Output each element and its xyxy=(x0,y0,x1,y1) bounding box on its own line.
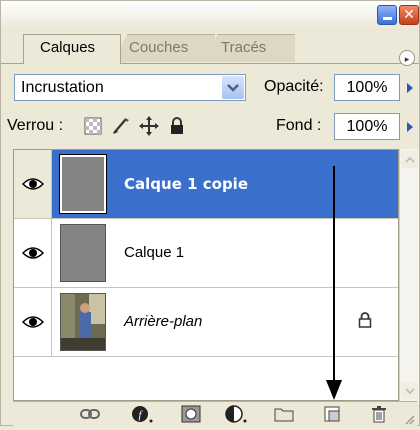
fill-slider-arrow-icon[interactable] xyxy=(403,120,417,134)
lock-all-icon[interactable] xyxy=(167,116,187,136)
eye-icon xyxy=(21,247,44,259)
chevron-down-icon[interactable] xyxy=(222,76,244,99)
new-layer-icon[interactable] xyxy=(321,405,343,423)
layer-thumbnail xyxy=(60,155,106,213)
lock-move-icon[interactable] xyxy=(139,116,159,136)
panel-menu-icon[interactable]: ▸ xyxy=(399,50,415,66)
visibility-toggle[interactable] xyxy=(14,288,52,356)
tab-traces[interactable]: Tracés xyxy=(205,34,295,62)
resize-grip-icon[interactable] xyxy=(403,412,415,425)
blend-mode-select[interactable]: Incrustation xyxy=(14,74,246,101)
tab-label: Tracés xyxy=(221,39,267,56)
close-icon[interactable]: ✕ xyxy=(399,5,419,25)
eye-icon xyxy=(21,178,44,190)
layer-mask-icon[interactable] xyxy=(180,405,202,423)
link-icon[interactable] xyxy=(79,405,101,423)
layer-name: Arrière-plan xyxy=(124,313,203,330)
layer-row[interactable]: Arrière-plan xyxy=(14,288,398,357)
layer-name: Calque 1 copie xyxy=(124,175,248,193)
eye-icon xyxy=(21,316,44,328)
tab-calques[interactable]: Calques xyxy=(23,34,121,64)
layer-row[interactable]: Calque 1 xyxy=(14,219,398,288)
lock-paint-icon[interactable] xyxy=(111,116,131,136)
layer-thumbnail xyxy=(60,224,106,282)
layers-list: Calque 1 copie Calque 1 Arrière-plan xyxy=(13,149,399,401)
visibility-toggle[interactable] xyxy=(14,150,52,218)
scroll-down-icon[interactable] xyxy=(401,382,418,399)
trash-icon[interactable] xyxy=(368,405,390,423)
lock-options xyxy=(83,115,187,137)
lock-transparent-icon[interactable] xyxy=(83,116,103,136)
lock-icon xyxy=(358,312,372,333)
opacity-field[interactable]: 100% xyxy=(334,74,400,101)
layers-scrollbar[interactable] xyxy=(399,149,419,401)
layer-style-icon[interactable]: f xyxy=(131,405,153,423)
minimize-icon[interactable] xyxy=(377,5,397,25)
layers-panel: ✕ Tracés Couches Calques ▸ Incrustation … xyxy=(0,0,420,426)
tab-label: Calques xyxy=(40,39,96,56)
adjustment-layer-icon[interactable] xyxy=(225,405,247,423)
opacity-label: Opacité: xyxy=(264,78,324,95)
panel-titlebar: ✕ xyxy=(1,1,419,31)
layer-row[interactable]: Calque 1 copie xyxy=(14,150,398,219)
lock-label: Verrou : xyxy=(7,117,64,134)
blend-mode-value: Incrustation xyxy=(21,79,104,96)
scroll-up-icon[interactable] xyxy=(401,151,418,168)
layers-toolbar: f xyxy=(13,401,417,426)
layer-photo-thumbnail xyxy=(60,293,106,351)
visibility-toggle[interactable] xyxy=(14,219,52,287)
tab-couches[interactable]: Couches xyxy=(113,34,215,62)
new-group-icon[interactable] xyxy=(273,405,295,423)
fill-label: Fond : xyxy=(276,117,322,134)
panel-tabs: Tracés Couches Calques xyxy=(13,34,413,64)
tab-label: Couches xyxy=(129,39,189,56)
opacity-slider-arrow-icon[interactable] xyxy=(403,81,417,95)
layer-name: Calque 1 xyxy=(124,244,185,261)
fill-field[interactable]: 100% xyxy=(334,113,400,140)
